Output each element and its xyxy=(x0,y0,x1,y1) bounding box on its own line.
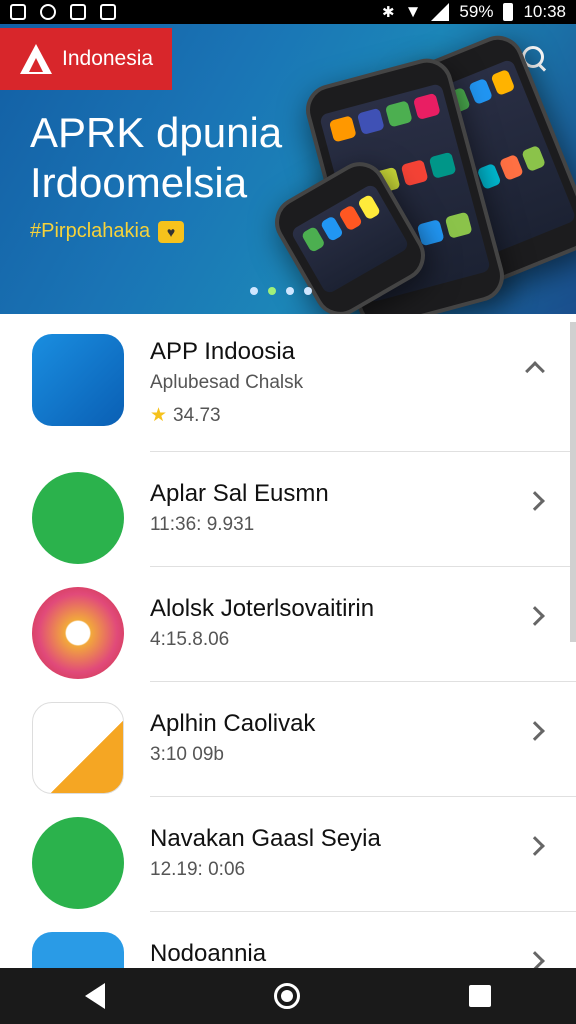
app-subtitle: 4:15.8.06 xyxy=(150,629,230,650)
chevron-right-icon[interactable] xyxy=(525,721,545,741)
app-name: Aplar Sal Eusmn xyxy=(150,480,329,507)
list-item[interactable]: Nodoannia xyxy=(32,912,576,968)
app-list: APP Indoosia Aplubesad Chalsk ★ 34.73 Apl… xyxy=(0,314,576,968)
upload-icon xyxy=(100,4,116,20)
scrollbar[interactable] xyxy=(570,322,576,642)
gallery-icon xyxy=(70,4,86,20)
app-subtitle: 11:36: 9.931 xyxy=(150,514,255,535)
app-name: Nodoannia xyxy=(150,940,267,967)
badge-icon: ♥ xyxy=(158,220,185,243)
app-name: Navakan Gaasl Seyia xyxy=(150,825,381,852)
list-item[interactable]: Aplhin Caolivak 3:10 09b xyxy=(32,682,576,797)
image-icon xyxy=(10,4,26,20)
list-item[interactable]: APP Indoosia Aplubesad Chalsk ★ 34.73 xyxy=(32,314,576,452)
list-item[interactable]: Aplar Sal Eusmn 11:36: 9.931 xyxy=(32,452,576,567)
chevron-right-icon[interactable] xyxy=(525,951,545,968)
promo-banner[interactable]: Indonesia APRK dpunia Irdoomelsia #Pirpc… xyxy=(0,24,576,314)
banner-title: APRK dpunia Irdoomelsia xyxy=(30,108,282,208)
app-icon xyxy=(32,587,124,679)
banner-tagline: #Pirpclahakia ♥ xyxy=(30,220,185,243)
carousel-dot[interactable] xyxy=(268,287,276,295)
app-subtitle: 3:10 09b xyxy=(150,744,224,765)
chevron-right-icon[interactable] xyxy=(525,606,545,626)
app-name: Aplhin Caolivak xyxy=(150,710,316,737)
notification-icons xyxy=(10,4,116,20)
system-icons: ✱ ▼ 59% 10:38 xyxy=(382,2,566,22)
app-icon xyxy=(32,702,124,794)
chevron-up-icon[interactable] xyxy=(525,361,545,381)
app-icon xyxy=(32,932,124,968)
app-icon xyxy=(32,334,124,426)
recent-apps-icon[interactable] xyxy=(469,985,492,1007)
wifi-icon: ▼ xyxy=(404,2,422,21)
app-subtitle: 12.19: 0:06 xyxy=(150,859,246,880)
battery-icon xyxy=(503,3,514,21)
back-icon[interactable] xyxy=(84,983,105,1009)
app-name: Alolsk Joterlsovaitirin xyxy=(150,595,375,622)
bluetooth-icon: ✱ xyxy=(382,4,395,21)
chevron-right-icon[interactable] xyxy=(525,491,545,511)
list-item[interactable]: Navakan Gaasl Seyia 12.19: 0:06 xyxy=(32,797,576,912)
app-icon xyxy=(32,472,124,564)
rating-value: 34.73 xyxy=(173,404,221,426)
brand-logo-icon xyxy=(20,44,52,74)
app-subtitle: Aplubesad Chalsk xyxy=(150,372,304,393)
banner-tagline-text: #Pirpclahakia xyxy=(30,220,151,242)
clock: 10:38 xyxy=(523,2,566,21)
battery-percent: 59% xyxy=(459,2,494,21)
target-icon xyxy=(40,4,56,20)
list-item[interactable]: Alolsk Joterlsovaitirin 4:15.8.06 xyxy=(32,567,576,682)
navigation-bar xyxy=(0,968,576,1024)
app-icon xyxy=(32,817,124,909)
app-rating: ★ 34.73 xyxy=(150,404,221,427)
home-icon[interactable] xyxy=(273,983,300,1009)
carousel-dot[interactable] xyxy=(286,287,294,295)
banner-title-line2: Irdoomelsia xyxy=(30,159,248,206)
carousel-dot[interactable] xyxy=(250,287,258,295)
app-name: APP Indoosia xyxy=(150,338,295,365)
carousel-indicator[interactable] xyxy=(250,287,312,295)
banner-title-line1: APRK dpunia xyxy=(30,109,283,156)
brand-badge: Indonesia xyxy=(0,28,172,90)
signal-icon xyxy=(431,3,450,21)
brand-name: Indonesia xyxy=(62,47,154,70)
status-bar: ✱ ▼ 59% 10:38 xyxy=(0,0,576,24)
carousel-dot[interactable] xyxy=(304,287,312,295)
star-icon: ★ xyxy=(150,405,168,426)
chevron-right-icon[interactable] xyxy=(525,836,545,856)
